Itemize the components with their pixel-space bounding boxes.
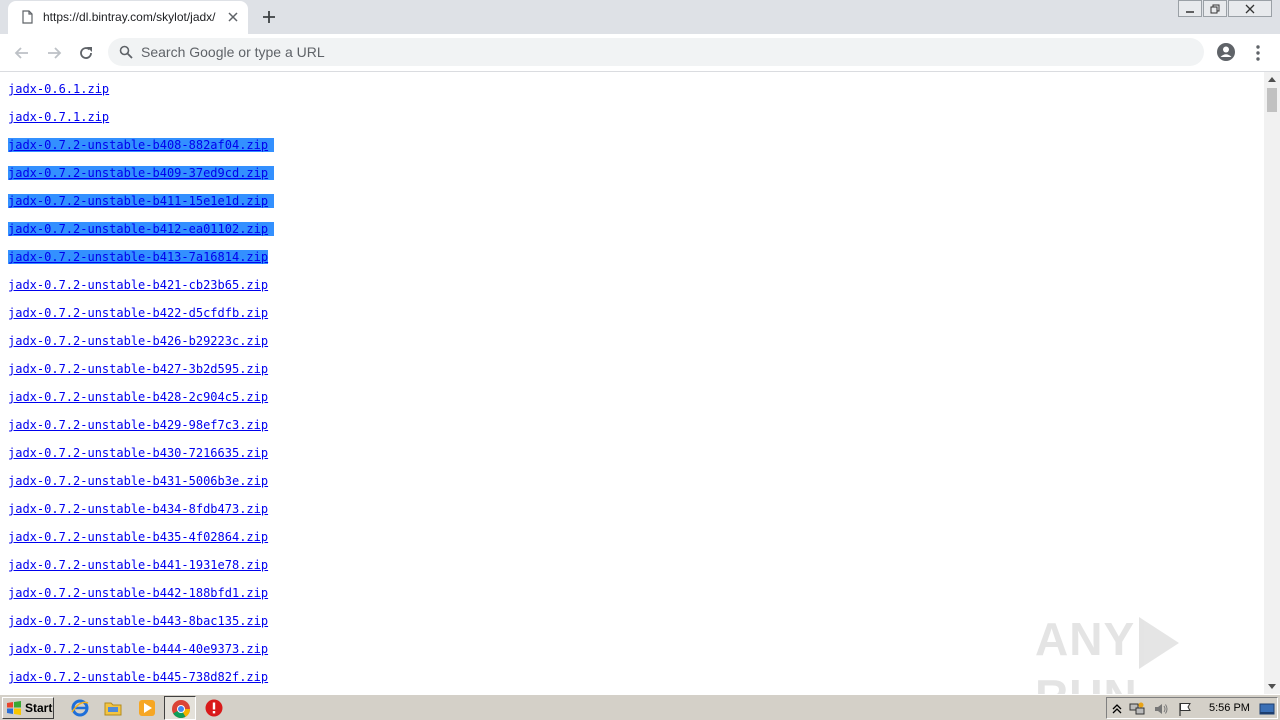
close-icon [1245,4,1255,13]
file-link[interactable]: jadx-0.7.2-unstable-b434-8fdb473.zip [8,502,268,516]
file-link[interactable]: jadx-0.7.2-unstable-b413-7a16814.zip [8,250,269,264]
restore-icon [1210,4,1220,13]
list-item: jadx-0.7.2-unstable-b426-b29223c.zip [8,332,274,360]
list-item: jadx-0.6.1.zip [8,80,274,108]
volume-icon[interactable] [1153,701,1169,717]
list-item: jadx-0.7.1.zip [8,108,274,136]
chrome-taskbar-button[interactable] [164,696,196,720]
file-link[interactable]: jadx-0.7.2-unstable-b435-4f02864.zip [8,530,268,544]
list-item: jadx-0.7.2-unstable-b413-7a16814.zip [8,248,274,276]
network-icon[interactable] [1129,701,1145,717]
file-link[interactable]: jadx-0.7.2-unstable-b445-738d82f.zip [8,670,268,684]
file-link[interactable]: jadx-0.7.2-unstable-b428-2c904c5.zip [8,390,268,404]
scroll-up-button[interactable] [1264,72,1280,86]
page-content: jadx-0.6.1.zip jadx-0.7.1.zip jadx-0.7.2-u… [0,72,1264,694]
file-link[interactable]: jadx-0.7.2-unstable-b412-ea01102.zip [8,222,275,236]
list-item: jadx-0.7.2-unstable-b442-188bfd1.zip [8,584,274,612]
list-item: jadx-0.7.2-unstable-b431-5006b3e.zip [8,472,274,500]
file-link[interactable]: jadx-0.7.2-unstable-b409-37ed9cd.zip [8,166,275,180]
profile-icon[interactable] [1216,42,1236,62]
page-icon [22,10,33,24]
taskbar: Start 5:56 PM [0,694,1280,720]
list-item: jadx-0.7.2-unstable-b429-98ef7c3.zip [8,416,274,444]
browser-tab[interactable]: https://dl.bintray.com/skylot/jadx/ [8,1,248,34]
file-link[interactable]: jadx-0.7.2-unstable-b411-15e1e1d.zip [8,194,275,208]
tab-title: https://dl.bintray.com/skylot/jadx/ [43,10,216,24]
clock: 5:56 PM [1209,702,1250,714]
start-button[interactable]: Start [2,697,54,719]
media-player-icon[interactable] [137,698,157,718]
file-link[interactable]: jadx-0.7.2-unstable-b443-8bac135.zip [8,614,268,628]
action-center-flag-icon[interactable] [1177,701,1193,717]
list-item: jadx-0.7.2-unstable-b444-40e9373.zip [8,640,274,668]
restore-button[interactable] [1203,0,1227,17]
file-link[interactable]: jadx-0.7.2-unstable-b421-cb23b65.zip [8,278,268,292]
file-link[interactable]: jadx-0.7.2-unstable-b408-882af04.zip [8,138,275,152]
close-window-button[interactable] [1228,0,1272,17]
file-link[interactable]: jadx-0.7.2-unstable-b441-1931e78.zip [8,558,268,572]
window-controls [1177,0,1272,17]
list-item: jadx-0.7.2-unstable-b408-882af04.zip [8,136,275,164]
tab-close-icon[interactable] [226,10,240,24]
list-item: jadx-0.7.2-unstable-b411-15e1e1d.zip [8,192,275,220]
list-item: jadx-0.7.2-unstable-b443-8bac135.zip [8,612,274,640]
system-tray: 5:56 PM [1106,697,1278,719]
list-item: jadx-0.7.2-unstable-b430-7216635.zip [8,444,274,472]
anyrun-watermark: ANY RUN [1035,612,1264,694]
file-link[interactable]: jadx-0.7.2-unstable-b426-b29223c.zip [8,334,268,348]
list-item: jadx-0.7.2-unstable-b427-3b2d595.zip [8,360,274,388]
list-item: jadx-0.7.2-unstable-b434-8fdb473.zip [8,500,274,528]
file-list: jadx-0.6.1.zip jadx-0.7.1.zip jadx-0.7.2-u… [8,80,275,694]
new-tab-icon[interactable] [260,8,278,26]
omnibox-placeholder: Search Google or type a URL [141,44,325,60]
stop-icon[interactable] [204,698,224,718]
file-link[interactable]: jadx-0.7.2-unstable-b431-5006b3e.zip [8,474,268,488]
show-desktop-icon[interactable] [1259,701,1275,717]
tab-strip: https://dl.bintray.com/skylot/jadx/ [0,0,1280,34]
menu-icon[interactable] [1250,43,1266,63]
file-link[interactable]: jadx-0.6.1.zip [8,82,109,96]
file-link[interactable]: jadx-0.7.1.zip [8,110,109,124]
play-logo-icon [1139,616,1180,669]
scroll-down-icon [1268,684,1276,689]
ie-icon[interactable] [70,698,90,718]
tray-expand-icon[interactable] [1109,701,1125,717]
list-item: jadx-0.7.2-unstable-b412-ea01102.zip [8,220,275,248]
scroll-up-icon [1268,77,1276,82]
scroll-thumb[interactable] [1267,88,1277,112]
list-item: jadx-0.7.2-unstable-b428-2c904c5.zip [8,388,274,416]
file-link[interactable]: jadx-0.7.2-unstable-b422-d5cfdfb.zip [8,306,268,320]
reload-icon[interactable] [76,43,96,63]
windows-logo-icon [7,701,21,715]
scroll-down-button[interactable] [1264,680,1280,694]
forward-icon[interactable] [44,43,64,63]
file-link[interactable]: jadx-0.7.2-unstable-b430-7216635.zip [8,446,268,460]
file-link[interactable]: jadx-0.7.2-unstable-b442-188bfd1.zip [8,586,268,600]
explorer-icon[interactable] [103,698,123,718]
file-link[interactable]: jadx-0.7.2-unstable-b429-98ef7c3.zip [8,418,268,432]
start-label: Start [25,701,53,715]
list-item: jadx-0.7.2-unstable-b435-4f02864.zip [8,528,274,556]
search-icon [119,45,133,59]
list-item: jadx-0.7.2-unstable-b422-d5cfdfb.zip [8,304,274,332]
browser-toolbar: Search Google or type a URL [0,34,1280,72]
list-item: jadx-0.7.2-unstable-b421-cb23b65.zip [8,276,274,304]
vertical-scrollbar[interactable] [1264,72,1280,694]
back-icon[interactable] [12,43,32,63]
file-link[interactable]: jadx-0.7.2-unstable-b444-40e9373.zip [8,642,268,656]
minimize-button[interactable] [1178,0,1202,17]
omnibox[interactable]: Search Google or type a URL [108,38,1204,66]
minimize-icon [1186,10,1194,13]
chrome-icon [172,700,190,719]
watermark-right: RUN [1035,670,1138,694]
list-item: jadx-0.7.2-unstable-b445-738d82f.zip [8,668,274,694]
file-link[interactable]: jadx-0.7.2-unstable-b427-3b2d595.zip [8,362,268,376]
list-item: jadx-0.7.2-unstable-b409-37ed9cd.zip [8,164,275,192]
list-item: jadx-0.7.2-unstable-b441-1931e78.zip [8,556,274,584]
watermark-left: ANY [1035,613,1136,665]
